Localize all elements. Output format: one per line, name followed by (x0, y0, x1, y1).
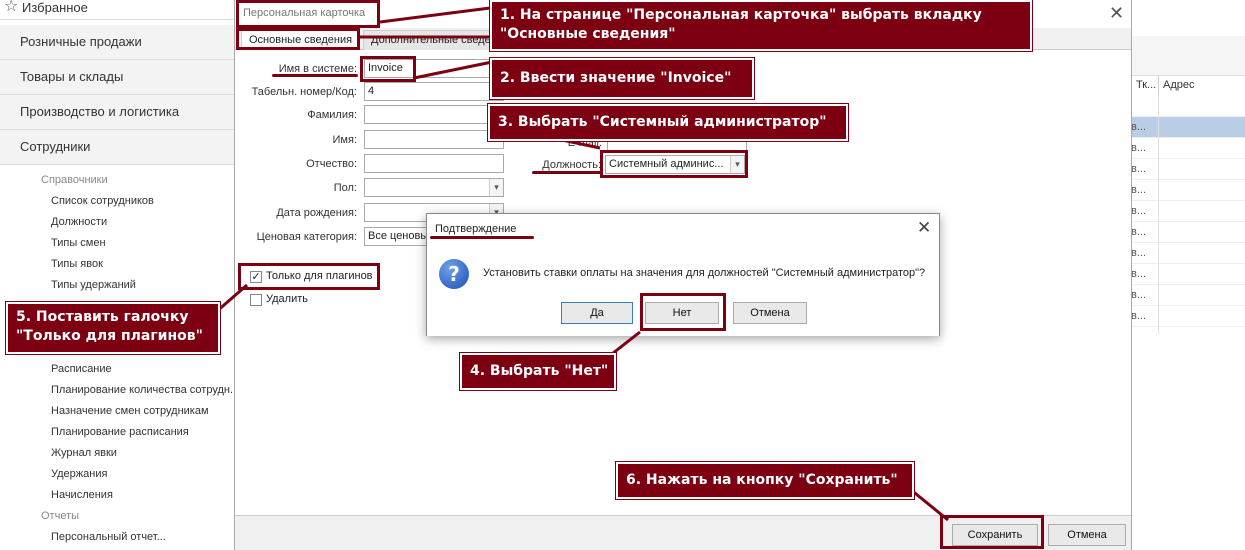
annotation-step5: 5. Поставить галочку "Только для плагино… (5, 301, 221, 355)
firstname-label: Имя: (332, 134, 357, 146)
underline-position-label (532, 171, 602, 174)
grid-cell: в... (1131, 142, 1147, 154)
gender-select[interactable]: ▾ (364, 178, 504, 197)
sidebar-section-retail[interactable]: Розничные продажи (0, 25, 234, 60)
code-label: Табельн. номер/Код: (251, 86, 357, 98)
table-row-selected[interactable]: в... (1131, 117, 1245, 138)
underline-dialog-title (430, 236, 534, 239)
annotation-text: 1. На странице "Персональная карточка" в… (500, 7, 982, 23)
dialog-cancel-button[interactable]: Отмена (733, 302, 807, 324)
annotation-text: "Основные сведения" (500, 26, 676, 42)
highlight-login-input (360, 56, 416, 82)
grid-cell: в... (1131, 184, 1147, 196)
annotation-step4: 4. Выбрать "Нет" (459, 352, 617, 391)
tab-additional-info[interactable]: Дополнительные сведения (363, 30, 491, 50)
sidebar-item-positions[interactable]: Должности (51, 216, 107, 228)
yes-button[interactable]: Да (561, 302, 633, 324)
section-label: Товары и склады (20, 69, 124, 84)
highlight-basic-tab (236, 28, 360, 50)
highlight-card-title (236, 0, 380, 28)
sidebar-item-personal-report[interactable]: Персональный отчет... (51, 531, 166, 543)
grid-cell: в... (1131, 310, 1147, 322)
sidebar-item-schedule[interactable]: Расписание (51, 363, 112, 375)
table-row[interactable]: в... (1131, 180, 1245, 201)
grid-cell: в... (1131, 226, 1147, 238)
sidebar-section-production[interactable]: Производство и логистика (0, 95, 234, 130)
grid-cell: в... (1131, 163, 1147, 175)
gender-label: Пол: (333, 182, 357, 194)
table-row[interactable]: в... (1131, 159, 1245, 180)
grid-cell: в... (1131, 289, 1147, 301)
sidebar-item-deduction-types[interactable]: Типы удержаний (51, 279, 136, 291)
table-row[interactable]: в... (1131, 243, 1245, 264)
annotation-step3: 3. Выбрать "Системный администратор" (487, 103, 849, 142)
annotation-text: "Только для плагинов" (16, 328, 203, 344)
grid-cell: в... (1131, 205, 1147, 217)
highlight-plugins-checkbox (238, 263, 380, 290)
lastname-input[interactable] (364, 105, 504, 124)
delete-label: Удалить (266, 293, 308, 305)
middlename-label: Отчество: (306, 158, 357, 170)
sidebar-item-shift-types[interactable]: Типы смен (51, 237, 106, 249)
close-icon[interactable]: ✕ (917, 218, 931, 238)
cancel-button[interactable]: Отмена (1048, 524, 1126, 546)
section-label: Производство и логистика (20, 104, 180, 119)
sidebar-item-employee-list[interactable]: Список сотрудников (51, 195, 154, 207)
sidebar-item-attendance-types[interactable]: Типы явок (51, 258, 103, 270)
table-row[interactable] (1131, 96, 1245, 117)
annotation-step2: 2. Ввести значение "Invoice" (489, 57, 755, 100)
section-label: Сотрудники (20, 139, 91, 154)
sidebar-item-accruals[interactable]: Начисления (51, 489, 113, 501)
table-row[interactable]: в... (1131, 138, 1245, 159)
chevron-down-icon: ▾ (489, 179, 503, 196)
code-input[interactable]: 4 (364, 82, 504, 101)
lastname-label: Фамилия: (307, 109, 357, 121)
annotation-step1: 1. На странице "Персональная карточка" в… (489, 0, 1033, 52)
annotation-step6: 6. Нажать на кнопку "Сохранить" (615, 461, 915, 500)
sidebar-item-deductions[interactable]: Удержания (51, 468, 107, 480)
grid-cell: в... (1131, 247, 1147, 259)
sidebar-group-head: Справочники (41, 174, 108, 186)
table-row[interactable]: в... (1131, 222, 1245, 243)
star-icon: ☆ (4, 0, 19, 15)
delete-checkbox[interactable] (250, 294, 262, 306)
position-label: Должность: (542, 159, 601, 171)
sidebar-item-staff-planning[interactable]: Планирование количества сотрудн... (51, 384, 239, 396)
sidebar-section-employees[interactable]: Сотрудники (0, 130, 234, 165)
highlight-no-button (640, 293, 726, 331)
dialog-message: Установить ставки оплаты на значения для… (483, 267, 926, 279)
close-icon[interactable]: ✕ (1109, 3, 1124, 24)
highlight-save-button (940, 515, 1044, 549)
underline-login-label (272, 74, 358, 77)
sidebar-nav: ☆ Избранное Розничные продажи Товары и с… (0, 0, 239, 550)
annotation-text: 5. Поставить галочку (16, 309, 189, 325)
background-grid: Тк... Адрес в... в... в... в... в... в..… (1131, 0, 1245, 550)
sidebar-item-attendance-log[interactable]: Журнал явки (51, 447, 117, 459)
price-category-label: Ценовая категория: (256, 231, 357, 243)
table-row[interactable]: в... (1131, 201, 1245, 222)
sidebar-favorites[interactable]: ☆ Избранное (0, 0, 234, 20)
grid-cell: в... (1131, 268, 1147, 280)
question-icon: ? (439, 259, 469, 289)
dialog-title: Подтверждение (435, 223, 517, 235)
sidebar-item-shift-assignment[interactable]: Назначение смен сотрудникам (51, 405, 209, 417)
table-row[interactable]: в... (1131, 285, 1245, 306)
section-label: Розничные продажи (20, 34, 142, 49)
table-row[interactable]: в... (1131, 306, 1245, 327)
grid-column-header[interactable]: Тк... (1131, 76, 1158, 94)
table-row[interactable]: в... (1131, 264, 1245, 285)
grid-column-header-address[interactable]: Адрес (1158, 76, 1245, 94)
sidebar-favorites-label: Избранное (22, 0, 88, 15)
birthdate-label: Дата рождения: (276, 207, 357, 219)
sidebar-section-goods[interactable]: Товары и склады (0, 60, 234, 95)
sidebar-item-schedule-planning[interactable]: Планирование расписания (51, 426, 189, 438)
sidebar-group-head: Отчеты (41, 510, 80, 522)
highlight-position-select (600, 150, 748, 178)
grid-cell: в... (1131, 121, 1147, 133)
